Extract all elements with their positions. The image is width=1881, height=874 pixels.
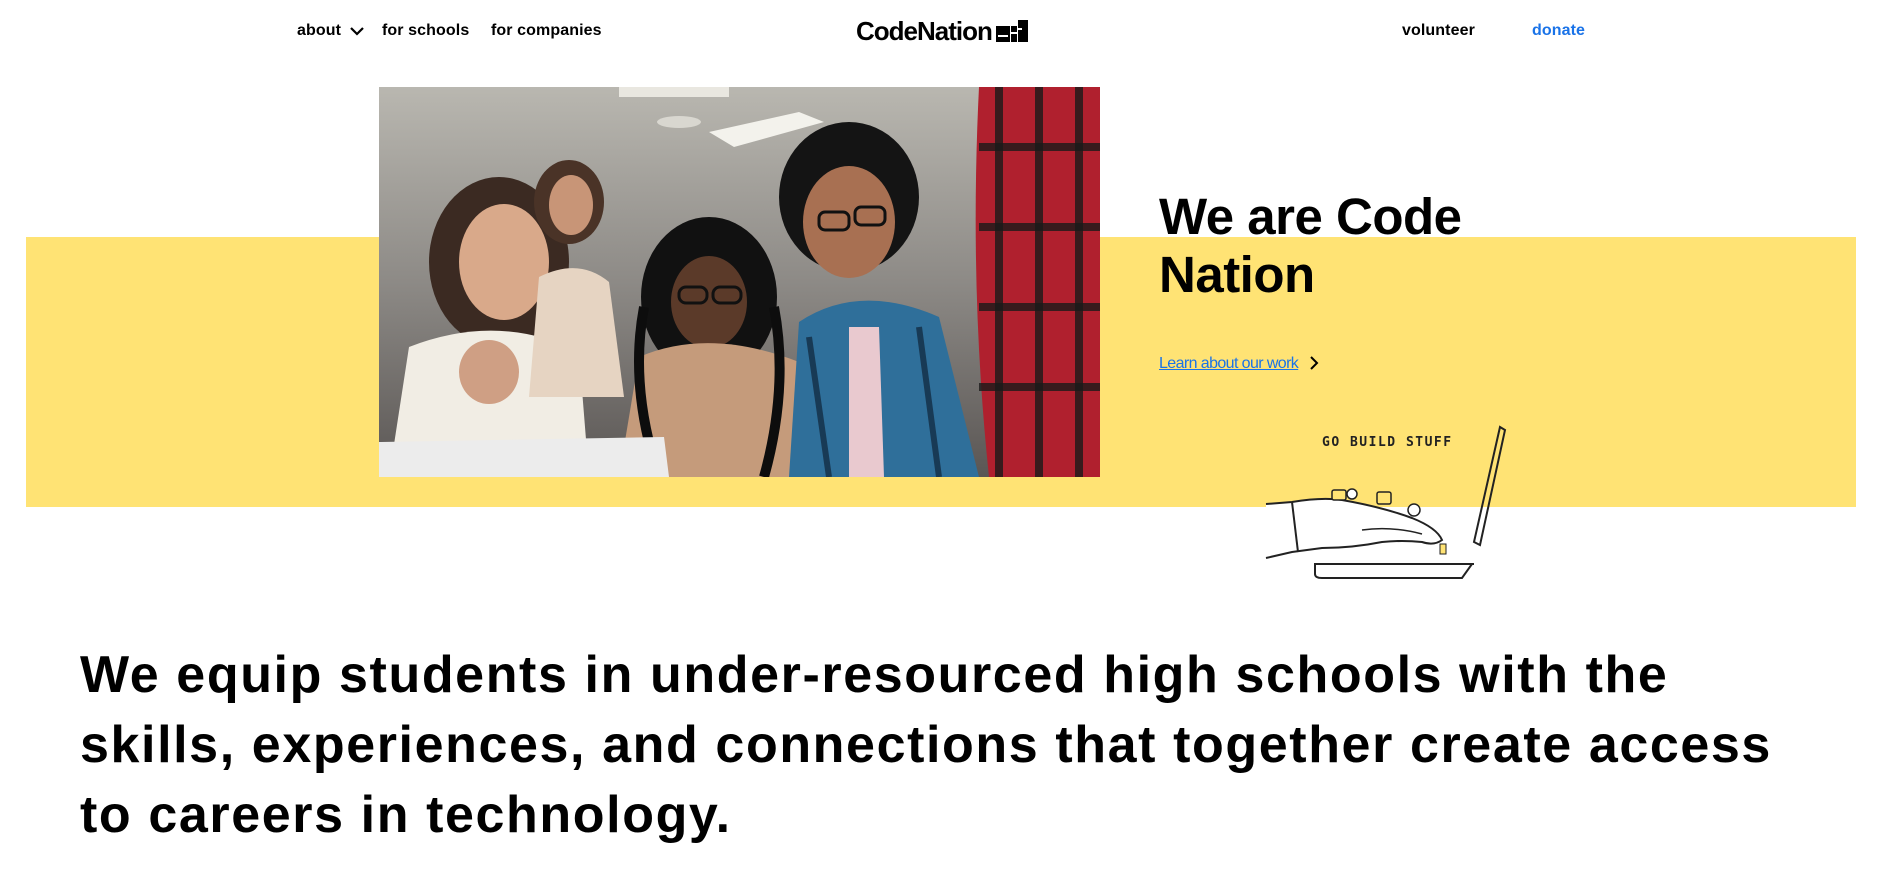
laptop-hand-illustration: GO BUILD STUFF <box>1265 425 1507 579</box>
illustration-caption: GO BUILD STUFF <box>1322 435 1453 450</box>
chevron-down-icon[interactable] <box>349 25 365 37</box>
nav-for-companies[interactable]: for companies <box>491 22 602 40</box>
logo-text: CodeNation <box>856 15 993 46</box>
codenation-logo[interactable]: CodeNation <box>856 14 1028 48</box>
chevron-right-icon[interactable] <box>1308 354 1320 372</box>
logo-mark-icon <box>995 20 1028 42</box>
students-photo-illustration <box>379 87 1100 477</box>
learn-about-our-work-link[interactable]: Learn about our work <box>1159 355 1299 373</box>
hero-title: We are Code Nation <box>1159 188 1462 303</box>
nav-for-schools[interactable]: for schools <box>382 22 469 40</box>
nav-volunteer[interactable]: volunteer <box>1402 22 1475 40</box>
nav-about[interactable]: about <box>297 22 341 40</box>
nav-donate[interactable]: donate <box>1532 22 1585 40</box>
hero-photo <box>379 87 1100 477</box>
mission-statement: We equip students in under-resourced hig… <box>80 646 1772 844</box>
